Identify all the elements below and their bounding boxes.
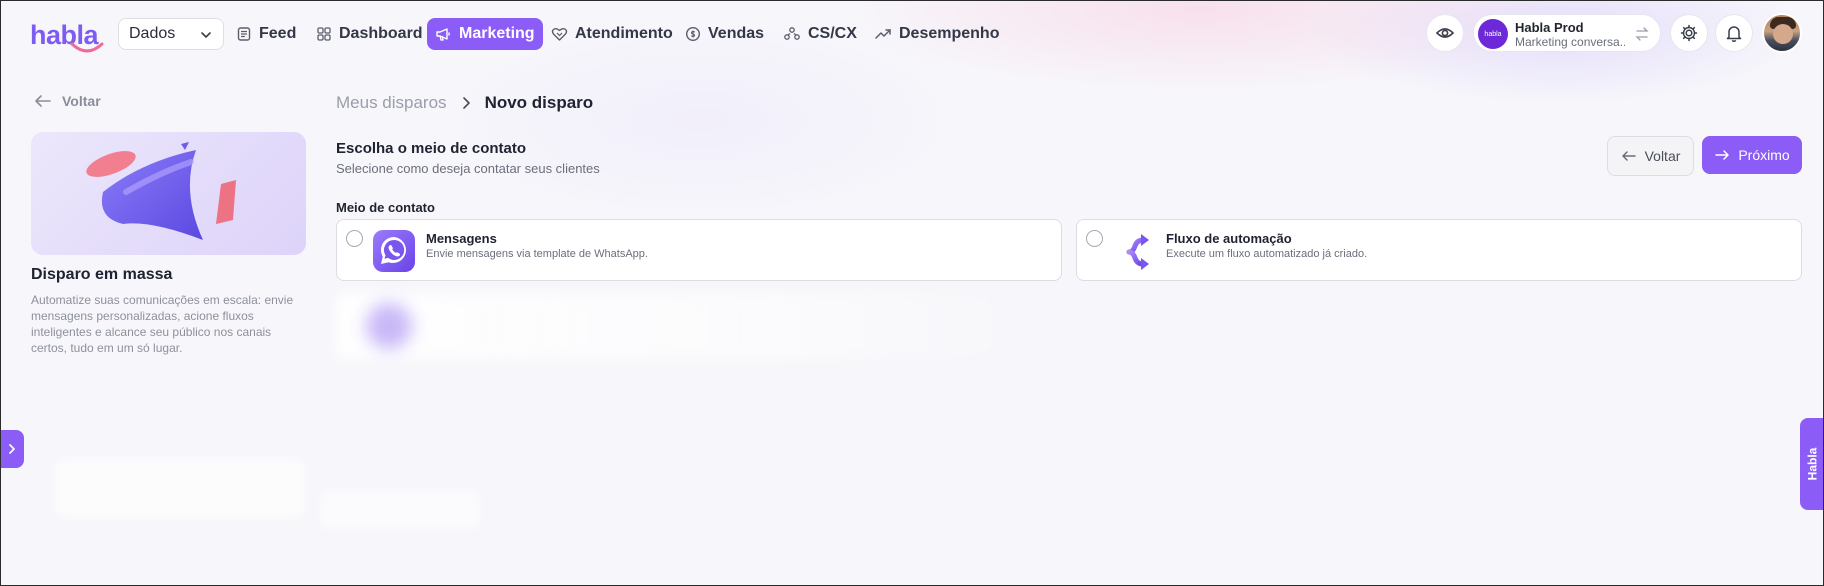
option-radio[interactable] <box>346 230 363 247</box>
blurred-placeholder <box>55 458 305 518</box>
people-icon <box>784 27 800 40</box>
hero-illustration <box>31 132 306 255</box>
contact-method-label: Meio de contato <box>336 200 435 215</box>
nav-item-cscx[interactable]: CS/CX <box>775 18 865 50</box>
option-fluxo-automacao[interactable]: Fluxo de automação Execute um fluxo auto… <box>1076 219 1802 281</box>
account-name: Habla Prod <box>1515 20 1584 35</box>
step-title: Escolha o meio de contato <box>336 140 527 157</box>
step-subtitle: Selecione como deseja contatar seus clie… <box>336 161 600 176</box>
option-description: Execute um fluxo automatizado já criado. <box>1166 248 1368 260</box>
back-link[interactable]: Voltar <box>34 93 101 109</box>
avatar-face <box>1773 24 1793 44</box>
nav-label: Vendas <box>708 25 765 42</box>
arrow-left-icon <box>1621 151 1636 161</box>
blurred-placeholder-icon <box>366 303 412 349</box>
megaphone-icon <box>436 28 450 41</box>
sidebar-expand-toggle[interactable] <box>0 430 24 468</box>
arrow-left-icon <box>35 95 51 107</box>
dashboard-icon <box>317 27 331 41</box>
settings-button[interactable] <box>1670 14 1708 52</box>
nav-label: Desempenho <box>899 25 1000 42</box>
account-switcher[interactable]: habla Habla Prod Marketing conversa... <box>1473 14 1661 52</box>
nav-item-marketing[interactable]: Marketing <box>427 18 543 50</box>
breadcrumb-parent[interactable]: Meus disparos <box>336 93 447 113</box>
chevron-right-icon <box>9 444 15 454</box>
nav-item-vendas[interactable]: Vendas <box>677 18 772 50</box>
nav-label: Dashboard <box>339 25 423 42</box>
nav-label: CS/CX <box>808 25 857 42</box>
back-button[interactable]: Voltar <box>1607 136 1694 176</box>
nav-label: Atendimento <box>575 25 673 42</box>
heart-handshake-icon <box>551 28 568 41</box>
next-button[interactable]: Próximo <box>1702 136 1802 174</box>
nav-item-atendimento[interactable]: Atendimento <box>543 18 681 50</box>
panel-description: Automatize suas comunicações em escala: … <box>31 293 294 355</box>
habla-side-tab[interactable]: Habla <box>1800 418 1824 510</box>
nav-item-dashboard[interactable]: Dashboard <box>308 18 431 50</box>
top-navigation: habla Dados Feed Dashboard Marketing Ate… <box>0 0 1824 70</box>
option-description: Envie mensagens via template de WhatsApp… <box>426 248 648 260</box>
workspace-select[interactable]: Dados <box>118 18 224 50</box>
chevron-down-icon <box>201 32 211 39</box>
habla-side-tab-label: Habla <box>1805 447 1819 481</box>
trend-icon <box>875 29 891 39</box>
user-avatar[interactable] <box>1762 13 1802 53</box>
back-button-label: Voltar <box>1644 148 1681 164</box>
account-avatar: habla <box>1478 19 1508 49</box>
option-radio[interactable] <box>1086 230 1103 247</box>
option-title: Fluxo de automação <box>1166 231 1292 246</box>
nav-item-desempenho[interactable]: Desempenho <box>866 18 1007 50</box>
option-mensagens[interactable]: Mensagens Envie mensagens via template d… <box>336 219 1062 281</box>
flow-icon <box>1114 234 1149 270</box>
eye-icon <box>1435 28 1455 38</box>
gear-icon <box>1680 24 1698 42</box>
panel-title: Disparo em massa <box>31 266 173 283</box>
notifications-button[interactable] <box>1715 14 1753 52</box>
blurred-placeholder <box>336 293 1056 359</box>
breadcrumb: Meus disparos Novo disparo <box>336 93 593 113</box>
arrow-right-icon <box>1715 150 1730 160</box>
nav-label: Feed <box>259 25 297 42</box>
nav-label: Marketing <box>459 25 535 42</box>
blurred-placeholder <box>320 490 480 530</box>
bell-icon <box>1726 26 1742 42</box>
whatsapp-icon <box>373 230 415 272</box>
nav-item-feed[interactable]: Feed <box>228 18 304 50</box>
swap-icon <box>1635 27 1649 41</box>
megaphone-illustration <box>86 142 236 240</box>
preview-button[interactable] <box>1426 14 1464 52</box>
account-subtitle: Marketing conversa... <box>1515 35 1625 49</box>
workspace-select-value: Dados <box>129 25 176 42</box>
feed-icon <box>237 27 251 41</box>
next-button-label: Próximo <box>1738 147 1790 163</box>
brand-logo[interactable]: habla <box>30 18 104 53</box>
option-title: Mensagens <box>426 231 497 246</box>
chevron-right-icon <box>462 97 470 109</box>
dollar-icon <box>685 26 701 42</box>
breadcrumb-current: Novo disparo <box>484 93 594 112</box>
back-link-label: Voltar <box>62 93 101 109</box>
